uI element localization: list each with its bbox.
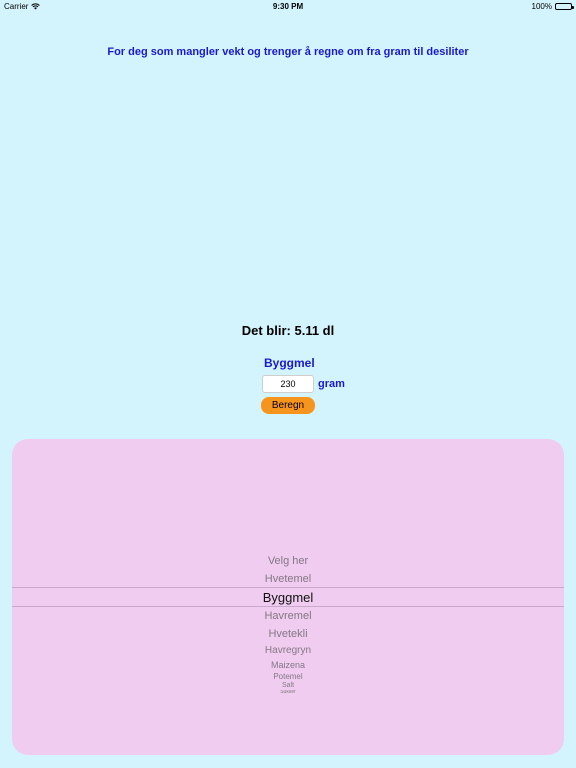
battery-group: 100% [531,2,574,11]
picker-item[interactable]: Hvetemel [12,573,564,585]
picker-selection-line-top [12,587,564,588]
picker-item[interactable]: Potemel [12,672,564,681]
picker-item[interactable]: Velg her [12,555,564,567]
ingredient-picker[interactable]: Velg her Hvetemel Byggmel Havremel Hvete… [12,439,564,755]
battery-percentage: 100% [531,2,552,11]
picker-item[interactable]: Salt [12,682,564,689]
battery-icon [555,3,574,10]
calculate-button[interactable]: Beregn [261,397,315,414]
picker-item[interactable]: Sukker [12,690,564,694]
picker-selection-line-bottom [12,606,564,607]
result-text: Det blir: 5.11 dl [241,323,335,338]
picker-item[interactable]: Hvetekli [12,628,564,640]
page-headline: For deg som mangler vekt og trenger å re… [107,46,469,58]
picker-item[interactable]: Havremel [12,610,564,622]
picker-item-selected[interactable]: Byggmel [12,590,564,605]
gram-input[interactable] [262,375,314,393]
selected-ingredient-label: Byggmel [264,356,315,370]
picker-item[interactable]: Maizena [12,660,564,670]
status-time: 9:30 PM [272,2,304,11]
gram-unit-label: gram [318,378,345,390]
status-bar: Carrier 9:30 PM 100% [0,0,576,12]
picker-item[interactable]: Havregryn [12,645,564,656]
